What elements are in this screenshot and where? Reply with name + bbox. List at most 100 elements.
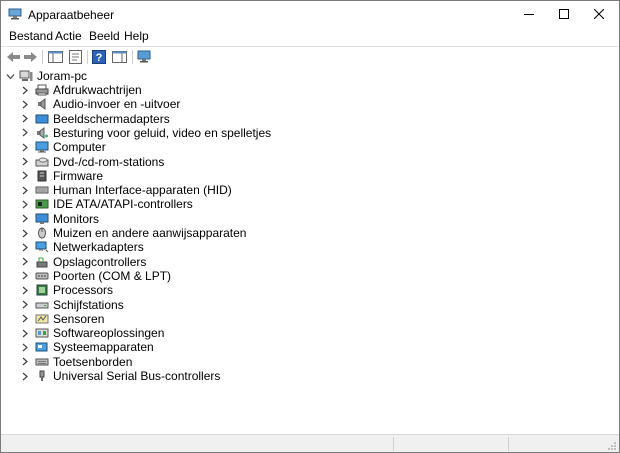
expand-arrow-icon[interactable] [20,343,29,352]
tree-node-17[interactable]: Sensoren [20,312,104,326]
expand-arrow-icon[interactable] [20,243,29,252]
system-devices-icon [35,342,48,352]
category-label: Schijfstations [53,297,124,312]
properties-icon[interactable] [67,49,84,65]
expand-arrow-icon[interactable] [20,214,29,223]
tree-node-11[interactable]: Muizen en andere aanwijsapparaten [20,226,246,240]
menu-bar: Bestand Actie Beeld Help [1,28,619,46]
device-manager-icon [8,8,22,20]
expand-arrow-icon[interactable] [20,300,29,309]
toolbar: ? [1,46,619,69]
sensor-icon [35,314,49,324]
title-bar[interactable]: Apparaatbeheer [1,1,619,28]
category-label: Audio-invoer en -uitvoer [53,97,181,112]
expand-arrow-icon[interactable] [20,157,29,166]
category-label: Softwareoplossingen [53,326,165,341]
expand-arrow-icon[interactable] [20,171,29,180]
expand-arrow-icon[interactable] [20,86,29,95]
category-label: Computer [53,140,106,155]
expand-arrow-icon[interactable] [20,257,29,266]
mouse-icon [38,227,46,239]
tree-node-15[interactable]: Processors [20,283,113,297]
expand-arrow-icon[interactable] [20,286,29,295]
menu-beeld[interactable]: Beeld [89,29,120,43]
status-separator [508,437,509,451]
collapse-arrow-icon[interactable] [6,72,15,81]
tree-node-7[interactable]: Firmware [20,169,103,183]
expand-arrow-icon[interactable] [20,143,29,152]
expand-arrow-icon[interactable] [20,100,29,109]
device-manager-window: Apparaatbeheer Bestand Actie Beeld Help [0,0,620,453]
tree-node-2[interactable]: Audio-invoer en -uitvoer [20,97,180,111]
expand-arrow-icon[interactable] [20,372,29,381]
category-label: Poorten (COM & LPT) [53,268,172,283]
tree-node-9[interactable]: IDE ATA/ATAPI-controllers [20,197,193,211]
expand-arrow-icon[interactable] [20,114,29,123]
expand-arrow-icon[interactable] [20,271,29,280]
category-label: Human Interface-apparaten (HID) [53,183,232,198]
display-adapter-icon [35,114,49,124]
firmware-icon [37,170,47,182]
keyboard-icon [35,358,49,366]
tree-node-19[interactable]: Systeemapparaten [20,340,154,354]
minimize-icon [523,14,534,15]
show-hide-tree-icon[interactable] [47,49,64,65]
expand-arrow-icon[interactable] [20,329,29,338]
minimize-button[interactable] [512,1,545,27]
menu-bestand[interactable]: Bestand [9,29,53,43]
network-adapter-icon [35,241,49,253]
expand-arrow-icon[interactable] [20,200,29,209]
close-button[interactable] [582,1,615,27]
tree-node-16[interactable]: Schijfstations [20,298,124,312]
tree-node-18[interactable]: Softwareoplossingen [20,326,164,340]
category-label: Systeemapparaten [53,340,154,355]
tree-node-6[interactable]: Dvd-/cd-rom-stations [20,155,164,169]
status-bar [1,434,619,452]
device-tree: Joram-pc Afdrukwachtrijen Audio-invoer en… [1,67,619,434]
maximize-button[interactable] [547,1,580,27]
tree-node-8[interactable]: Human Interface-apparaten (HID) [20,183,232,197]
expand-arrow-icon[interactable] [20,128,29,137]
tree-node-12[interactable]: Netwerkadapters [20,240,144,254]
storage-controller-icon [36,257,48,268]
toolbar-separator [87,50,88,64]
forward-arrow-icon[interactable] [22,49,39,65]
tree-node-1[interactable]: Afdrukwachtrijen [20,83,142,97]
tree-node-10[interactable]: Monitors [20,212,99,226]
port-icon [35,272,49,280]
expand-arrow-icon[interactable] [20,186,29,195]
category-label: Sensoren [53,311,105,326]
resize-grip-icon[interactable] [607,441,617,451]
toolbar-separator [132,50,133,64]
category-label: Muizen en andere aanwijsapparaten [53,226,247,240]
expand-arrow-icon[interactable] [20,229,29,238]
processor-icon [36,284,48,296]
tree-node-4[interactable]: Besturing voor geluid, video en spelletj… [20,126,271,140]
menu-actie[interactable]: Actie [55,29,82,43]
category-label: Monitors [53,211,100,226]
scan-hardware-icon[interactable] [136,49,153,65]
status-separator [393,437,394,451]
expand-arrow-icon[interactable] [20,357,29,366]
tree-node-5[interactable]: Computer [20,140,106,154]
tree-node-21[interactable]: Universal Serial Bus-controllers [20,369,220,383]
tree-node-14[interactable]: Poorten (COM & LPT) [20,269,171,283]
computer-icon [19,70,33,81]
category-label: Netwerkadapters [53,240,144,255]
usb-icon [39,370,45,381]
disk-drive-icon [35,302,49,308]
window-title: Apparaatbeheer [28,8,115,22]
category-label: Toetsenborden [53,354,133,369]
tree-node-3[interactable]: Beeldschermadapters [20,112,170,126]
svg-text:?: ? [96,52,103,64]
tree-root[interactable]: Joram-pc [6,69,87,83]
help-icon[interactable]: ? [91,49,108,65]
back-arrow-icon[interactable] [5,49,22,65]
category-label: Firmware [53,168,103,183]
tree-node-13[interactable]: Opslagcontrollers [20,255,146,269]
category-label: Beeldschermadapters [53,111,170,126]
menu-help[interactable]: Help [124,29,149,43]
tree-node-20[interactable]: Toetsenborden [20,355,132,369]
action-pane-icon[interactable] [111,49,128,65]
expand-arrow-icon[interactable] [20,314,29,323]
